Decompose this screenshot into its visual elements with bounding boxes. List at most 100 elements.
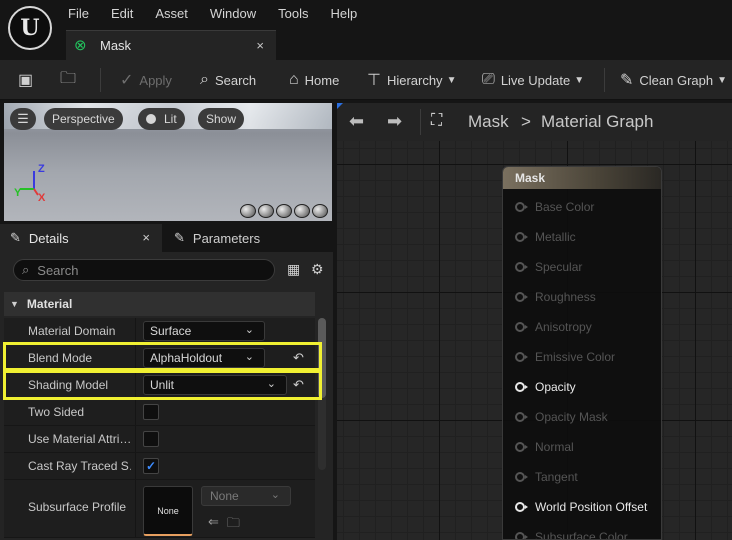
axis-x-label: X [38,192,46,204]
pin-label: Base Color [535,200,595,214]
pin-label: Metallic [535,230,576,244]
breadcrumb-separator-icon: > [521,112,531,131]
forward-arrow-icon[interactable]: ➡ [387,111,402,132]
lit-button[interactable]: Lit [138,108,185,130]
shading-model-value: Unlit [150,378,175,392]
details-close-button[interactable]: × [142,230,150,245]
sphere-preview-icon[interactable] [258,204,274,218]
pin-normal[interactable]: Normal [515,438,574,456]
pin-specular[interactable]: Specular [515,258,582,276]
chevron-down-icon: ▼ [446,74,457,86]
pin-opacity-mask[interactable]: Opacity Mask [515,408,608,426]
pin-label: Subsurface Color [535,530,628,540]
pin-world-position-offset[interactable]: World Position Offset [515,498,647,516]
cast-ray-traced-label: Cast Ray Traced S… [28,459,131,473]
cast-ray-traced-checkbox[interactable]: ✓ [143,458,159,474]
use-selected-asset-icon[interactable]: ⇐ [208,514,219,536]
chevron-down-icon: ⌄ [270,489,280,501]
shading-model-label: Shading Model [28,378,109,392]
custom-mesh-preview-icon[interactable] [312,204,328,218]
row-divider [135,453,136,479]
pin-roughness[interactable]: Roughness [515,288,596,306]
material-icon: ⊗ [74,36,87,54]
hierarchy-button[interactable]: ⊤ Hierarchy ▼ [367,60,456,100]
menu-help[interactable]: Help [330,6,357,21]
tab-close-button[interactable]: × [256,38,264,53]
back-arrow-icon[interactable]: ⬅ [349,111,364,132]
tab-mask[interactable]: ⊗ Mask × [66,30,276,60]
tab-parameters[interactable]: ✎ Parameters [164,224,333,252]
subsurface-profile-select[interactable]: None ⌄ [201,486,291,506]
details-scrollbar[interactable] [318,318,326,470]
pin-opacity[interactable]: Opacity [515,378,576,396]
menu-edit[interactable]: Edit [111,6,133,21]
row-divider [135,372,136,398]
material-section-header[interactable]: ▼ Material [4,292,315,316]
row-shading-model: Shading Model Unlit ⌄ ↶ [4,372,315,399]
pin-base-color[interactable]: Base Color [515,198,594,216]
scrollbar-thumb[interactable] [318,318,326,398]
perspective-button[interactable]: Perspective [44,108,123,130]
panel-tabs: ✎ Details × ✎ Parameters [0,224,333,252]
tab-details[interactable]: ✎ Details × [0,224,162,252]
pin-anisotropy[interactable]: Anisotropy [515,318,592,336]
live-update-label: Live Update [500,72,571,88]
material-domain-select[interactable]: Surface ⌄ [143,321,265,341]
collapse-arrow-icon: ▼ [10,299,19,309]
breadcrumb-mask[interactable]: Mask [468,112,509,132]
home-icon: ⌂ [289,71,299,88]
toolbar-divider [604,68,605,92]
material-result-node[interactable]: Mask Base Color Metallic Specular Roughn… [502,166,662,540]
viewport-menu-button[interactable]: ☰ [10,108,36,130]
shading-model-select[interactable]: Unlit ⌄ [143,375,287,395]
clean-graph-button[interactable]: ✎ Clean Graph ▼ [620,60,727,100]
reset-to-default-icon[interactable]: ↶ [293,350,304,366]
plane-preview-icon[interactable] [276,204,292,218]
row-divider [135,399,136,425]
pin-label: Anisotropy [535,320,592,334]
pin-icon [515,292,528,302]
pin-tangent[interactable]: Tangent [515,468,578,486]
details-search-input[interactable]: ⌕ Search [13,259,275,281]
reset-to-default-icon[interactable]: ↶ [293,377,304,393]
menu-tools[interactable]: Tools [278,6,308,21]
table-view-icon[interactable]: ▦ [287,261,300,278]
home-button[interactable]: ⌂ Home [289,60,339,100]
use-material-attributes-checkbox[interactable] [143,431,159,447]
menu-window[interactable]: Window [210,6,256,21]
pin-metallic[interactable]: Metallic [515,228,576,246]
breadcrumb-material-graph: Material Graph [541,112,654,131]
pin-subsurface-color[interactable]: Subsurface Color [515,528,628,540]
row-divider [135,426,136,452]
menu-file[interactable]: File [68,6,89,21]
subsurface-profile-thumbnail[interactable]: None [143,486,193,536]
save-button[interactable]: ▣ [18,60,39,100]
search-placeholder: Search [37,262,79,278]
apply-button[interactable]: ✓ Apply [120,60,172,100]
hierarchy-label: Hierarchy [386,72,443,88]
cylinder-preview-icon[interactable] [240,204,256,218]
two-sided-checkbox[interactable] [143,404,159,420]
row-divider [135,345,136,371]
pin-emissive-color[interactable]: Emissive Color [515,348,615,366]
browse-asset-icon[interactable]: 🗀 [227,514,240,536]
unreal-logo-icon[interactable]: U [8,6,52,50]
pin-icon [515,202,528,212]
apply-label: Apply [139,72,172,88]
live-update-button[interactable]: ⎚ Live Update ▼ [482,60,584,100]
material-preview-viewport[interactable]: ☰ Perspective Lit Show Z Y X [4,103,332,221]
chevron-down-icon: ⌄ [244,351,254,363]
search-button[interactable]: ⌕ Search [200,60,256,100]
apply-check-icon: ✓ [120,72,134,89]
cube-preview-icon[interactable] [294,204,310,218]
hierarchy-icon: ⊤ [367,72,381,89]
blend-mode-select[interactable]: AlphaHoldout ⌄ [143,348,265,368]
menu-asset[interactable]: Asset [155,6,188,21]
pin-icon [515,502,528,512]
chevron-down-icon: ⌄ [266,378,276,390]
subsurface-profile-label: Subsurface Profile [28,500,127,514]
browse-button[interactable]: 🗀 [60,60,82,100]
show-button[interactable]: Show [198,108,245,130]
use-material-attributes-label: Use Material Attri… [28,432,131,446]
gear-icon[interactable]: ⚙ [311,261,324,278]
